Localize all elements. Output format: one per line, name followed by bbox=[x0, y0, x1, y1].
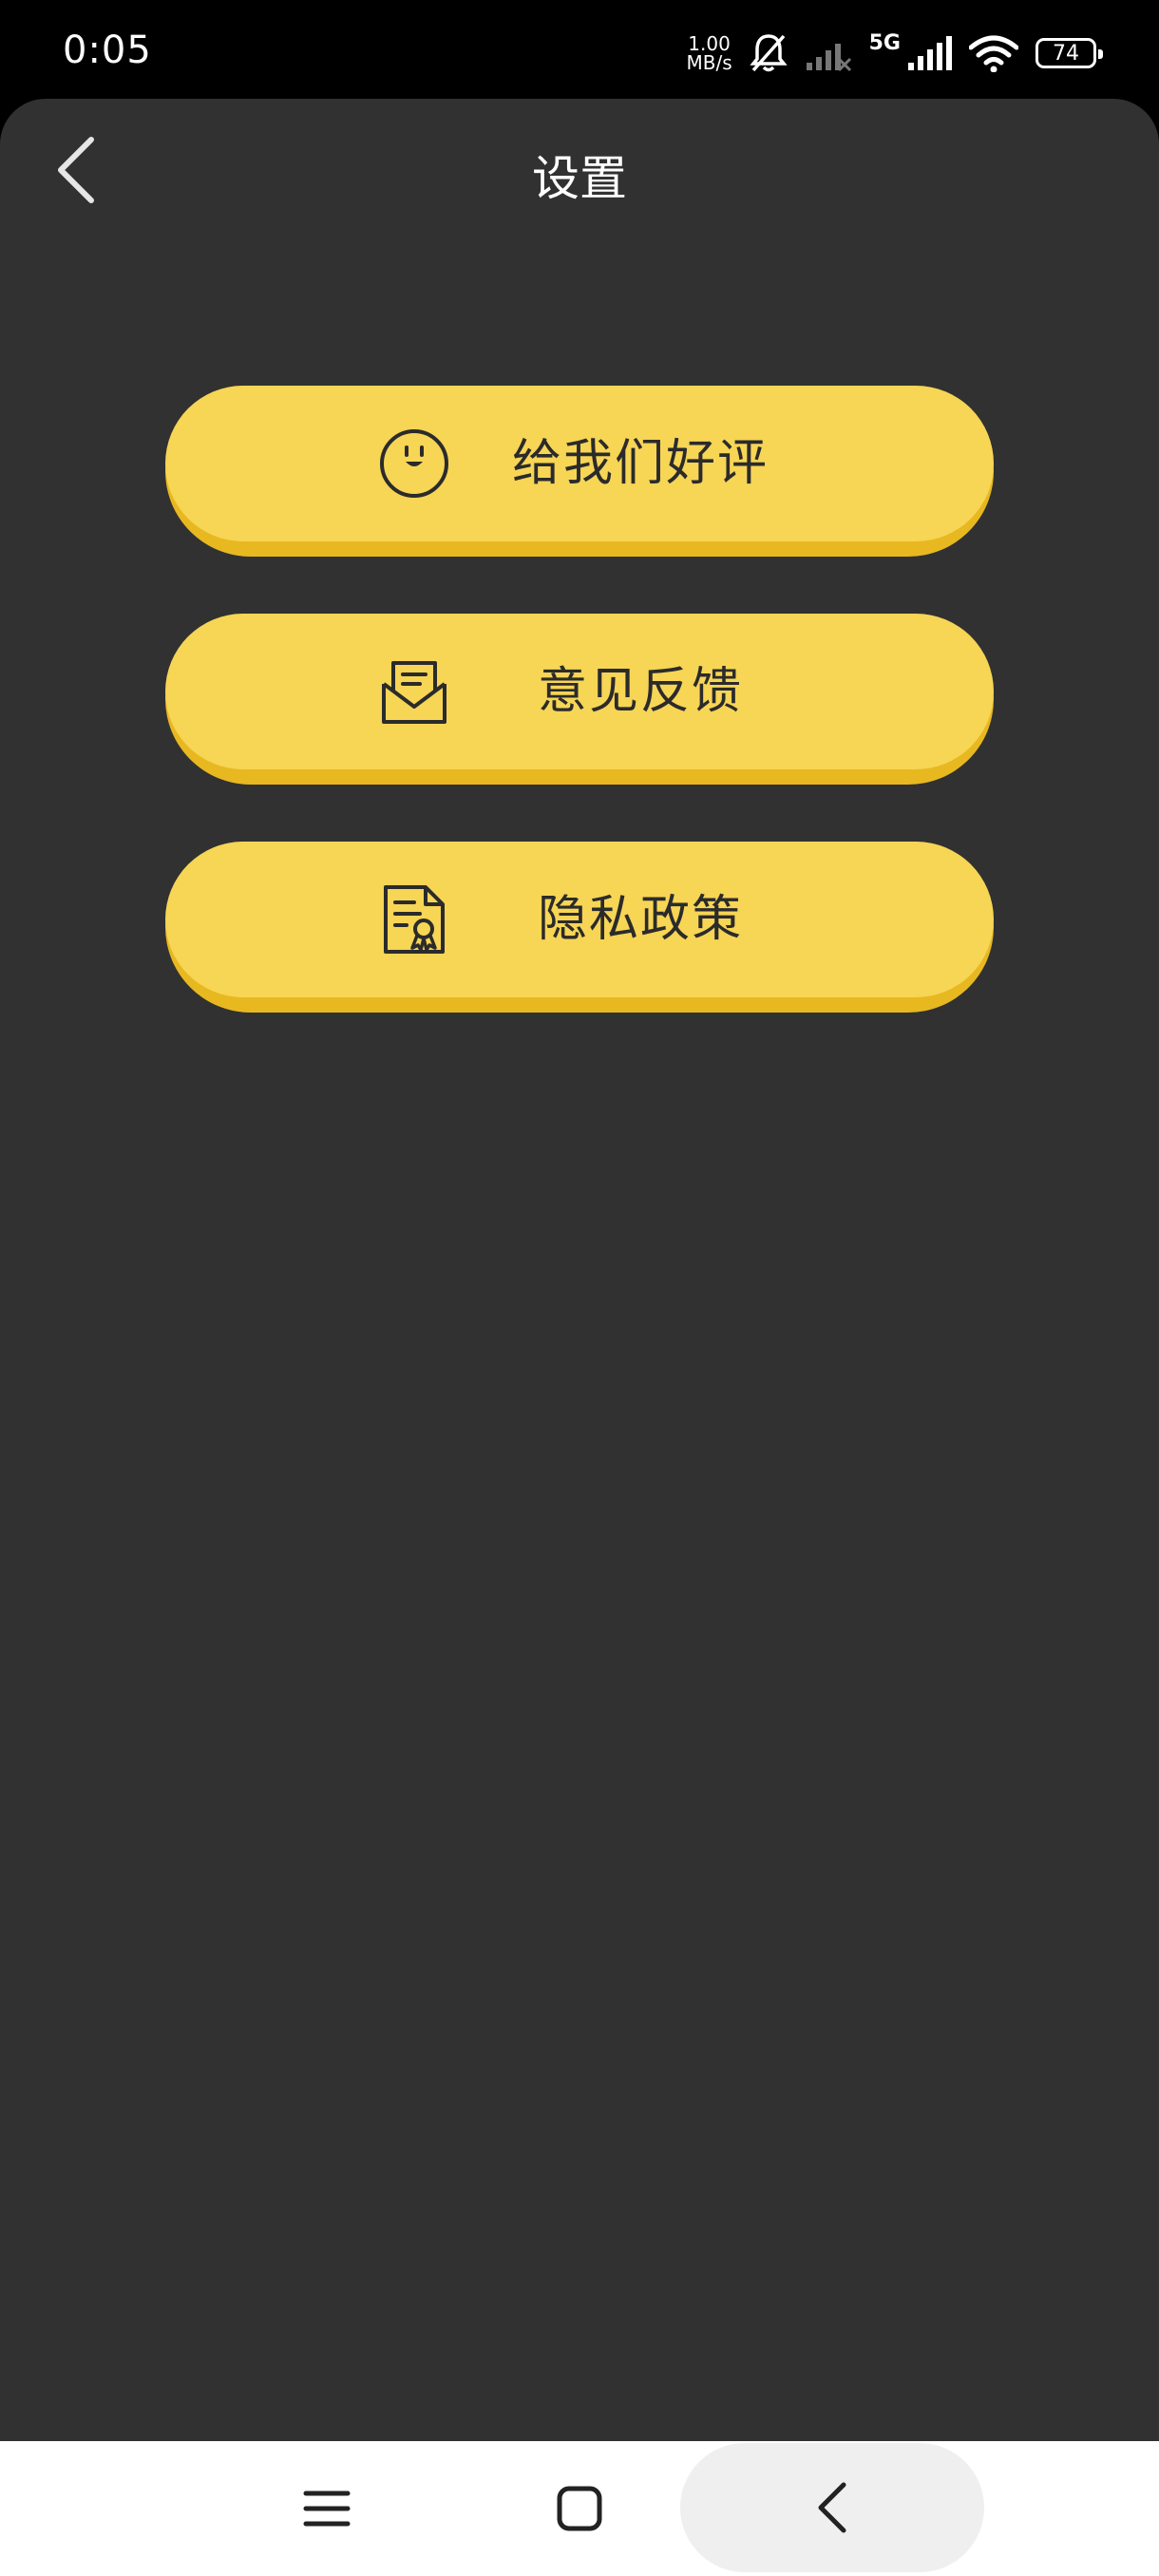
feedback-button[interactable]: 意见反馈 bbox=[165, 614, 994, 785]
privacy-policy-label: 隐私政策 bbox=[537, 891, 743, 948]
square-home-icon bbox=[557, 2486, 602, 2531]
system-back-button[interactable] bbox=[680, 2443, 984, 2572]
network-speed: 1.00 MB/s bbox=[686, 34, 732, 72]
wifi-icon bbox=[969, 35, 1018, 72]
home-button[interactable] bbox=[532, 2466, 627, 2551]
privacy-policy-button-face: 隐私政策 bbox=[165, 842, 994, 997]
smiley-face-icon bbox=[380, 429, 448, 498]
menu-lines-icon bbox=[303, 2491, 351, 2527]
feedback-label: 意见反馈 bbox=[537, 663, 743, 720]
status-bar: 0:05 1.00 MB/s 5G 74 bbox=[0, 0, 1159, 104]
battery-indicator: 74 bbox=[1036, 38, 1103, 68]
signal-no-service-icon bbox=[806, 44, 851, 72]
network-speed-unit: MB/s bbox=[686, 51, 732, 74]
system-nav-bar bbox=[0, 2441, 1159, 2576]
certificate-document-icon bbox=[384, 885, 445, 954]
rate-us-label: 给我们好评 bbox=[511, 435, 769, 492]
feedback-button-face: 意见反馈 bbox=[165, 614, 994, 769]
settings-page: 设置 给我们好评 意见反馈 隐私政策 bbox=[0, 99, 1159, 2441]
bell-muted-icon bbox=[749, 34, 788, 72]
status-time: 0:05 bbox=[63, 28, 152, 72]
chevron-left-icon bbox=[818, 2482, 846, 2533]
network-speed-value: 1.00 bbox=[688, 32, 731, 55]
recent-apps-button[interactable] bbox=[281, 2466, 372, 2551]
signal-strength-icon bbox=[908, 36, 952, 70]
privacy-policy-button[interactable]: 隐私政策 bbox=[165, 842, 994, 1013]
page-title: 设置 bbox=[532, 151, 627, 206]
envelope-letter-icon bbox=[382, 661, 446, 724]
rate-us-button[interactable]: 给我们好评 bbox=[165, 386, 994, 557]
rate-us-button-face: 给我们好评 bbox=[165, 386, 994, 541]
network-type: 5G bbox=[868, 30, 901, 55]
phone-screen: 0:05 1.00 MB/s 5G 74 设置 给我们好评 意见反馈 隐私政策 bbox=[0, 0, 1159, 2576]
status-icons: 1.00 MB/s 5G 74 bbox=[686, 27, 1103, 80]
